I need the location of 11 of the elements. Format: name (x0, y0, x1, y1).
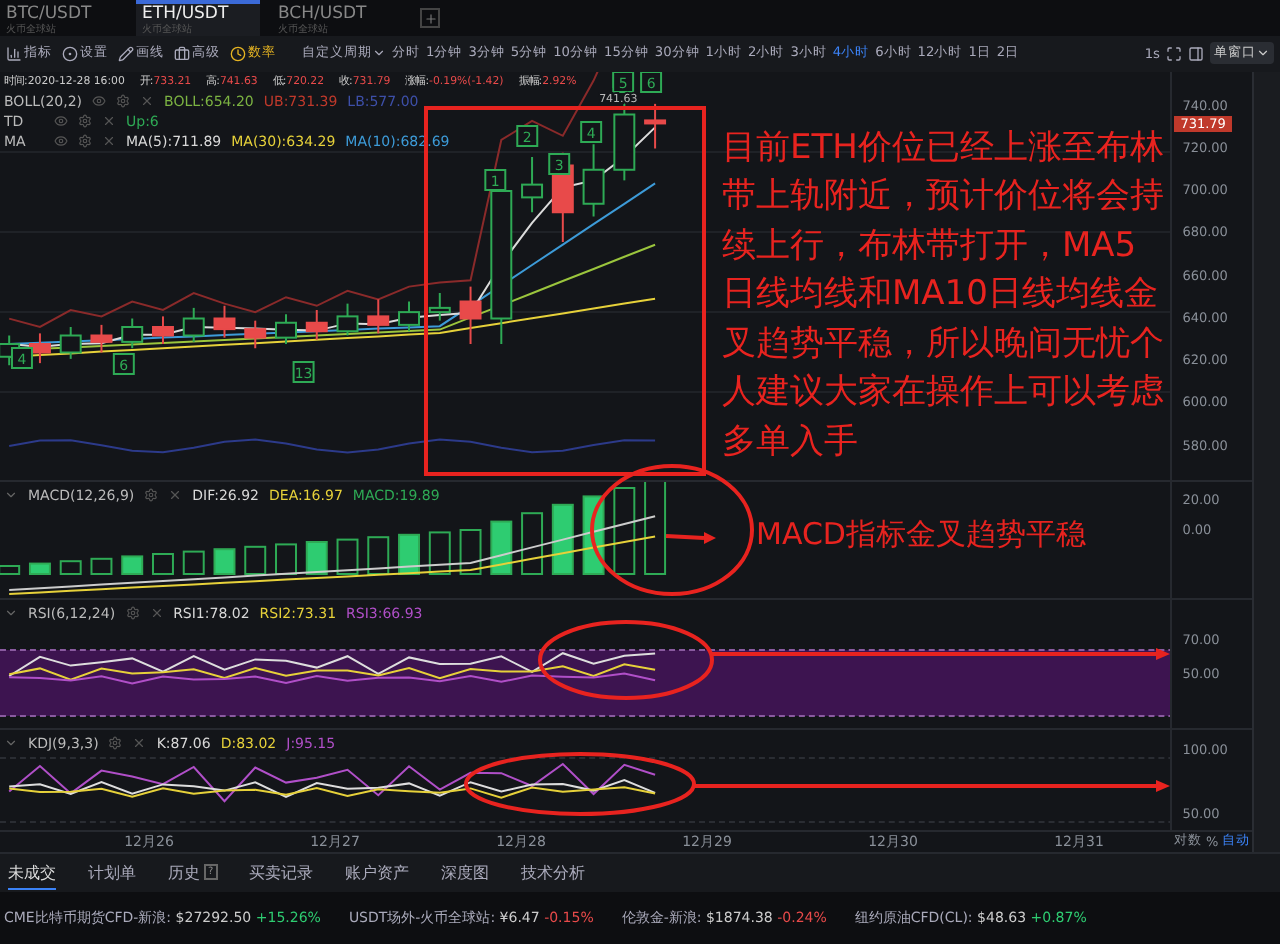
bottom-tab[interactable]: 未成交 (8, 857, 56, 890)
pair-label: BCH/USDT (278, 6, 369, 24)
annotation-text: 目前ETH价位已经上涨至布林带上轨附近，预计价位将会持续上行，布林带打开，MA5日线均线和MA10日线均线金叉趋势平稳，所以晚间无忧个人建议大家在操作上可以考虑多单入手 (722, 125, 1166, 466)
pair-label: BTC/USDT (6, 6, 94, 24)
bottom-tab[interactable]: 深度图 (441, 857, 490, 890)
annotation-text: MACD指标金叉趋势平稳 (756, 515, 1086, 554)
pair-label: ETH/USDT (142, 6, 231, 24)
bottom-tab[interactable]: 计划单 (88, 857, 136, 890)
bottom-tab[interactable]: 技术分析 (521, 857, 586, 890)
bottom-tab[interactable]: 账户资产 (345, 857, 410, 890)
bottom-tab[interactable]: 买卖记录 (249, 857, 314, 890)
